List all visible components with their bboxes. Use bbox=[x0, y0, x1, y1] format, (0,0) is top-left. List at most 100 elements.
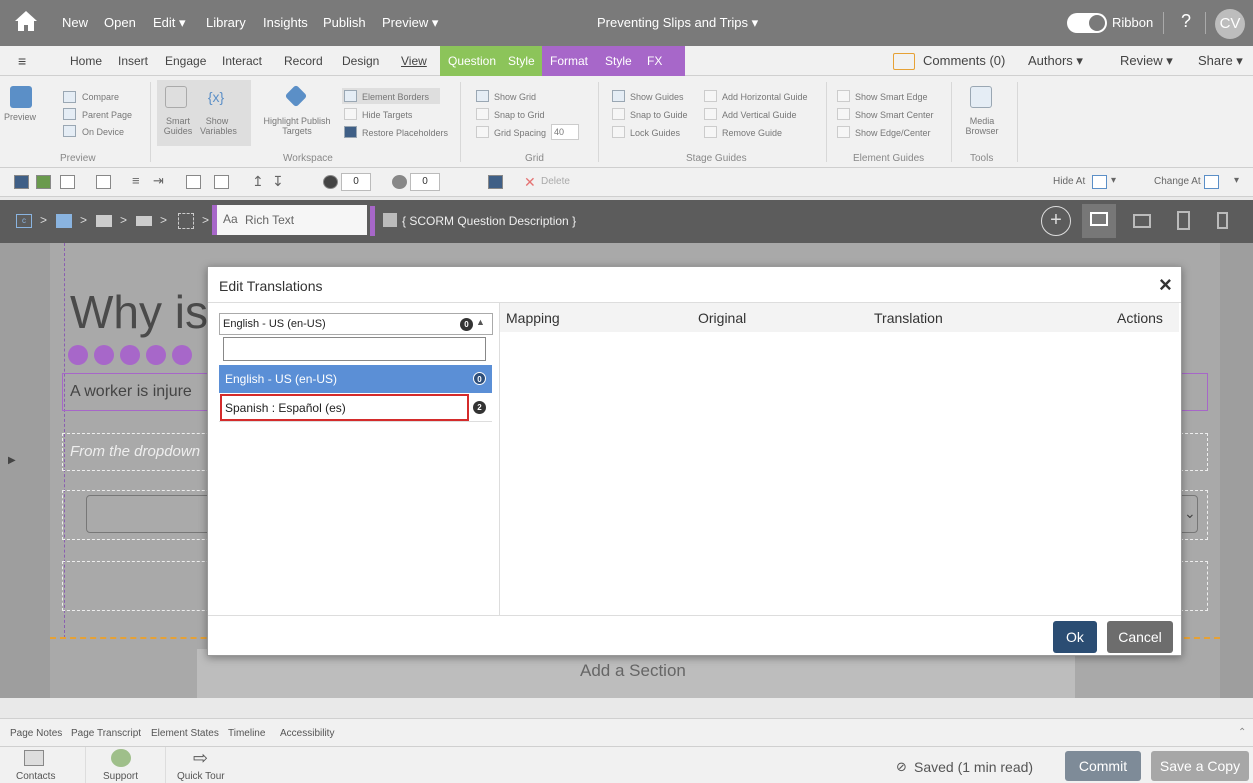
hide-at-device-icon[interactable] bbox=[1092, 175, 1107, 189]
column-actions[interactable]: Actions bbox=[1117, 310, 1163, 326]
support-icon[interactable] bbox=[111, 749, 131, 767]
highlight-publish-targets-button[interactable]: Highlight Publish Targets bbox=[262, 116, 332, 136]
column-mapping[interactable]: Mapping bbox=[506, 310, 560, 326]
lock-guides-button[interactable]: Lock Guides bbox=[630, 128, 680, 138]
compare-button[interactable]: Compare bbox=[82, 92, 119, 102]
restore-placeholders-button[interactable]: Restore Placeholders bbox=[362, 128, 448, 138]
question-icon[interactable] bbox=[178, 213, 194, 229]
tablet-landscape-icon[interactable] bbox=[1133, 214, 1151, 228]
delete-button[interactable]: Delete bbox=[541, 176, 570, 187]
quick-tour-button[interactable]: Quick Tour bbox=[177, 771, 225, 782]
width-icon[interactable] bbox=[186, 175, 201, 189]
media-browser-button[interactable]: Media Browser bbox=[962, 116, 1002, 136]
comments-button[interactable]: Comments (0) bbox=[915, 46, 1013, 76]
row-icon[interactable] bbox=[136, 216, 152, 226]
breadcrumb-current[interactable]: Aa Rich Text bbox=[212, 205, 367, 235]
parent-page-button[interactable]: Parent Page bbox=[82, 110, 132, 120]
shadow-input[interactable]: 0 bbox=[410, 173, 440, 191]
preview-button[interactable]: Preview bbox=[4, 112, 36, 122]
list-icon[interactable] bbox=[120, 345, 140, 365]
variables-icon[interactable]: {x} bbox=[205, 86, 227, 108]
show-guides-button[interactable]: Show Guides bbox=[630, 92, 684, 102]
add-horizontal-guide-button[interactable]: Add Horizontal Guide bbox=[722, 92, 808, 102]
menu-new[interactable]: New bbox=[62, 15, 88, 30]
tab-interact[interactable]: Interact bbox=[214, 46, 270, 76]
menu-edit[interactable]: Edit ▾ bbox=[153, 15, 186, 31]
send-backward-icon[interactable]: ↧ bbox=[272, 174, 287, 189]
tab-design[interactable]: Design bbox=[334, 46, 387, 76]
change-at-device-icon[interactable] bbox=[1204, 175, 1219, 189]
hamburger-icon[interactable]: ≡ bbox=[10, 46, 34, 76]
signpost-icon[interactable]: ⇨ bbox=[193, 748, 208, 769]
add-vertical-guide-button[interactable]: Add Vertical Guide bbox=[722, 110, 797, 120]
smart-guides-icon[interactable] bbox=[165, 86, 187, 108]
phone-icon[interactable] bbox=[1217, 212, 1228, 229]
tag-icon[interactable] bbox=[284, 84, 308, 108]
commit-button[interactable]: Commit bbox=[1065, 751, 1141, 781]
grid-spacing-input[interactable]: 40 bbox=[551, 124, 579, 140]
tab-insert[interactable]: Insert bbox=[110, 46, 156, 76]
review-menu[interactable]: Review ▾ bbox=[1112, 46, 1181, 76]
tab-page-notes[interactable]: Page Notes bbox=[10, 728, 62, 739]
language-option-spanish[interactable]: Spanish : Español (es) 2 bbox=[219, 394, 492, 422]
show-grid-button[interactable]: Show Grid bbox=[494, 92, 536, 102]
tab-view[interactable]: View bbox=[393, 46, 435, 76]
smart-guides-button[interactable]: Smart Guides bbox=[163, 116, 193, 136]
hide-targets-button[interactable]: Hide Targets bbox=[362, 110, 412, 120]
menu-publish[interactable]: Publish bbox=[323, 15, 366, 30]
tab-element-states[interactable]: Element States bbox=[151, 728, 219, 739]
align-icon[interactable]: ≡ bbox=[132, 174, 147, 189]
tab-timeline[interactable]: Timeline bbox=[228, 728, 265, 739]
tab-question-style[interactable]: Style bbox=[500, 46, 542, 76]
state-icon[interactable] bbox=[488, 175, 503, 189]
menu-insights[interactable]: Insights bbox=[263, 15, 308, 30]
show-edge-center-button[interactable]: Show Edge/Center bbox=[855, 128, 931, 138]
target-icon[interactable] bbox=[172, 345, 192, 365]
chevron-down-icon[interactable]: ▾ bbox=[1234, 175, 1239, 186]
contacts-icon[interactable] bbox=[24, 750, 44, 766]
media-browser-icon[interactable] bbox=[970, 86, 992, 108]
page-icon[interactable] bbox=[56, 214, 72, 228]
chevron-down-icon[interactable]: ▾ bbox=[1111, 175, 1116, 186]
worker-text[interactable]: A worker is injure bbox=[70, 383, 192, 401]
tab-engage[interactable]: Engage bbox=[157, 46, 214, 76]
tab-record[interactable]: Record bbox=[276, 46, 331, 76]
snap-to-grid-button[interactable]: Snap to Grid bbox=[494, 110, 545, 120]
pencil-icon[interactable] bbox=[94, 345, 114, 365]
section-icon[interactable] bbox=[96, 215, 112, 227]
tablet-portrait-icon[interactable] bbox=[1177, 211, 1190, 230]
course-title[interactable]: Preventing Slips and Trips ▾ bbox=[597, 15, 758, 31]
column-translation[interactable]: Translation bbox=[874, 310, 943, 326]
expand-icon[interactable]: ⌃ bbox=[1238, 727, 1246, 738]
snap-to-guide-button[interactable]: Snap to Guide bbox=[630, 110, 688, 120]
delete-icon[interactable]: ✕ bbox=[524, 174, 536, 191]
menu-open[interactable]: Open bbox=[104, 15, 136, 30]
support-button[interactable]: Support bbox=[103, 771, 138, 782]
language-filter-input[interactable] bbox=[223, 337, 486, 361]
opacity-input[interactable]: 0 bbox=[341, 173, 371, 191]
border-icon[interactable] bbox=[60, 175, 75, 189]
close-icon[interactable]: × bbox=[1159, 272, 1172, 298]
tab-home[interactable]: Home bbox=[62, 46, 110, 76]
home-icon[interactable] bbox=[14, 10, 38, 32]
show-smart-center-button[interactable]: Show Smart Center bbox=[855, 110, 934, 120]
share-menu[interactable]: Share ▾ bbox=[1190, 46, 1251, 76]
add-icon[interactable]: + bbox=[1041, 206, 1071, 236]
menu-preview[interactable]: Preview ▾ bbox=[382, 15, 438, 31]
contacts-button[interactable]: Contacts bbox=[16, 771, 55, 782]
help-icon[interactable]: ? bbox=[1181, 11, 1191, 32]
authors-menu[interactable]: Authors ▾ bbox=[1020, 46, 1091, 76]
expand-panel-icon[interactable]: ▶ bbox=[8, 455, 16, 466]
cancel-button[interactable]: Cancel bbox=[1107, 621, 1173, 653]
tab-accessibility[interactable]: Accessibility bbox=[280, 728, 334, 739]
tab-format-style[interactable]: Style bbox=[597, 46, 639, 76]
element-borders-button[interactable]: Element Borders bbox=[362, 92, 429, 102]
bring-forward-icon[interactable]: ↥ bbox=[252, 174, 267, 189]
tab-format[interactable]: Format bbox=[542, 46, 597, 76]
avatar[interactable]: CV bbox=[1215, 9, 1245, 39]
tab-page-transcript[interactable]: Page Transcript bbox=[71, 728, 141, 739]
tab-question[interactable]: Question bbox=[440, 46, 500, 76]
fit-icon[interactable] bbox=[214, 175, 229, 189]
course-icon[interactable]: c bbox=[16, 214, 32, 228]
ribbon-toggle[interactable] bbox=[1067, 13, 1107, 33]
